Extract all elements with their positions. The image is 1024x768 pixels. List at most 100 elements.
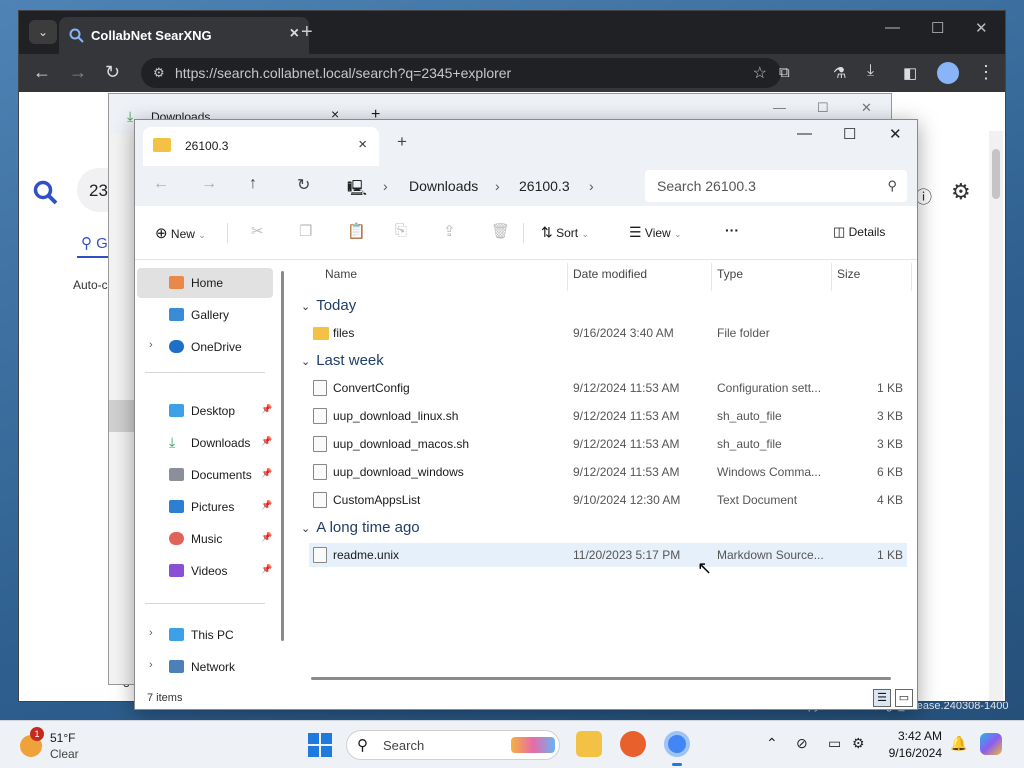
page-scrollbar[interactable] [989,131,1003,701]
explorer-maximize-icon[interactable]: ☐ [843,125,856,143]
sidebar-item-music[interactable]: Music 📌 [137,524,273,554]
more-options-icon[interactable]: ··· [725,222,739,238]
file-row[interactable]: files 9/16/2024 3:40 AM File folder [309,321,907,345]
sidebar-item-documents[interactable]: Documents 📌 [137,460,273,490]
reload-icon[interactable]: ↻ [105,62,120,83]
sidebar-item-pictures[interactable]: Pictures 📌 [137,492,273,522]
back-arrow-icon[interactable]: ← [33,62,51,83]
sidebar-item-this-pc[interactable]: › This PC [137,620,273,650]
explorer-minimize-icon[interactable]: — [797,125,812,142]
file-row[interactable]: uup_download_linux.sh 9/12/2024 11:53 AM… [309,404,907,428]
sidebar-item-gallery[interactable]: Gallery [137,300,273,330]
settings-icon[interactable]: ⚙ [951,179,971,205]
up-arrow-icon[interactable]: ↑ [249,175,257,193]
settings-tray-icon[interactable]: ⚙ [852,735,865,752]
view-button[interactable]: ☰ View ⌄ [629,224,682,241]
labs-icon[interactable]: ⚗ [833,64,846,82]
explorer-close-icon[interactable]: ✕ [889,125,902,143]
file-explorer-taskbar-icon[interactable] [576,731,602,757]
tiles-view-icon[interactable]: ▭ [895,689,913,707]
start-windows-icon[interactable] [308,733,332,757]
address-bar[interactable]: ⚙ https://search.collabnet.local/search?… [141,58,781,88]
refresh-icon[interactable]: ↻ [297,175,310,195]
minimize-icon[interactable]: — [885,19,900,36]
search-tab-general[interactable]: ⚲ G [81,234,108,252]
search-box[interactable]: Search 26100.3 ⚲ [645,170,907,202]
column-header-type[interactable]: Type [717,267,743,281]
tab-search-button[interactable]: ⌄ [29,20,57,44]
downloads-tab-icon: ⤓ [127,108,134,124]
file-row[interactable]: CustomAppsList 9/10/2024 12:30 AM Text D… [309,488,907,512]
system-clock[interactable]: 3:42 AM 9/16/2024 [884,729,942,760]
sidebar-scrollbar[interactable] [281,271,284,641]
profile-avatar[interactable] [937,62,959,84]
firefox-taskbar-icon[interactable] [620,731,646,757]
pin-icon: 📌 [261,436,273,446]
new-button[interactable]: ⊕ New ⌄ [155,224,206,242]
breadcrumb-downloads[interactable]: Downloads [409,178,478,194]
pin-icon: 📌 [261,500,273,510]
bookmark-star-icon[interactable]: ☆ [753,63,767,83]
cut-icon[interactable]: ✂ [251,222,264,240]
column-header-size[interactable]: Size [837,267,860,281]
file-row[interactable]: uup_download_macos.sh 9/12/2024 11:53 AM… [309,432,907,456]
notification-bell-icon[interactable]: 🔔 [950,735,967,752]
sidebar-item-videos[interactable]: Videos 📌 [137,556,273,586]
chrome-tab-active[interactable]: CollabNet SearXNG × [59,17,309,54]
close-window-icon[interactable]: ✕ [975,19,988,37]
sidebar-item-network[interactable]: › Network [137,652,273,682]
explorer-new-tab-button[interactable]: + [397,132,407,152]
network-offline-icon[interactable]: ⊘ [796,735,808,752]
details-view-icon[interactable]: ☰ [873,689,891,707]
sort-button[interactable]: ⇅ Sort ⌄ [541,224,589,241]
back-maximize-icon[interactable]: ☐ [817,100,829,116]
back-minimize-icon[interactable]: — [773,100,786,115]
group-header-today[interactable]: ⌄ Today [301,297,356,314]
explorer-tab-close-icon[interactable]: × [358,136,367,153]
copilot-icon[interactable] [980,733,1002,755]
sidebar-item-downloads[interactable]: ⤓ Downloads 📌 [137,428,273,458]
extensions-icon[interactable]: ⧉ [779,64,790,81]
file-row[interactable]: readme.unix 11/20/2023 5:17 PM Markdown … [309,543,907,567]
back-arrow-icon[interactable]: ← [153,175,169,193]
column-header-date[interactable]: Date modified [573,267,647,281]
maximize-icon[interactable]: ☐ [931,19,944,37]
new-tab-button[interactable]: + [301,21,313,44]
delete-icon[interactable]: 🗑 [491,222,510,240]
paste-icon[interactable]: 📋 [347,222,366,240]
back-close-icon[interactable]: ✕ [861,100,872,116]
sidebar-item-home[interactable]: Home [137,268,273,298]
menu-icon[interactable]: ⋮ [977,62,995,83]
breadcrumb-current[interactable]: 26100.3 [519,178,570,194]
tray-chevron-up-icon[interactable]: ⌃ [766,735,778,752]
forward-arrow-icon[interactable]: → [69,62,87,83]
rename-icon[interactable]: ⎘ [395,222,407,239]
address-bar[interactable]: 🖳 › Downloads › 26100.3 › [341,170,637,202]
group-header-long-ago[interactable]: ⌄ A long time ago [301,519,420,536]
explorer-tab-active[interactable]: 26100.3 × [143,127,379,166]
sidebar-item-onedrive[interactable]: › OneDrive [137,332,273,362]
chevron-right-icon[interactable]: › [149,339,153,351]
group-header-last-week[interactable]: ⌄ Last week [301,352,384,369]
chevron-right-icon[interactable]: › [149,627,153,639]
file-row[interactable]: uup_download_windows 9/12/2024 11:53 AM … [309,460,907,484]
chrome-taskbar-icon[interactable] [664,731,690,757]
file-row[interactable]: ConvertConfig 9/12/2024 11:53 AM Configu… [309,376,907,400]
details-button[interactable]: ◫ Details [833,224,885,240]
chevron-right-icon[interactable]: › [149,659,153,671]
search-favicon-icon [69,28,84,43]
column-header-name[interactable]: Name [325,267,357,281]
close-tab-icon[interactable]: × [290,25,299,43]
site-info-icon[interactable]: ⚙ [153,65,165,81]
taskbar-search[interactable]: ⚲ Search [346,730,560,760]
forward-arrow-icon[interactable]: → [201,175,217,193]
clock-time: 3:42 AM [897,729,942,743]
copy-icon[interactable]: ❐ [299,222,312,240]
sidebar-item-desktop[interactable]: Desktop 📌 [137,396,273,426]
download-icon[interactable]: ⤓ [867,62,874,80]
search-highlight-icon [511,737,555,753]
share-icon[interactable]: ⇪ [443,222,456,240]
display-icon[interactable]: ▭ [828,735,841,752]
side-panel-icon[interactable]: ◧ [903,64,917,82]
horizontal-scrollbar[interactable] [311,677,891,680]
